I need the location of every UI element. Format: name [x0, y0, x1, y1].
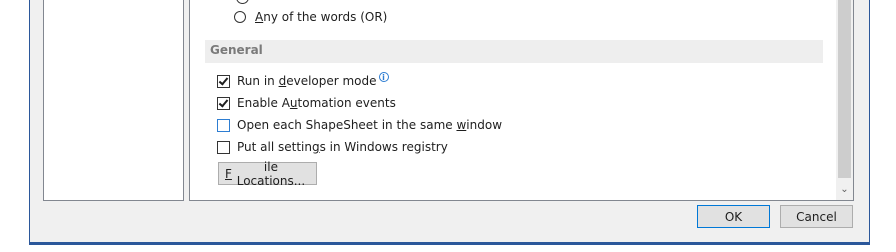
- category-list[interactable]: [43, 0, 184, 201]
- radio-button[interactable]: [234, 11, 246, 23]
- option-automation-events[interactable]: Enable Automation events: [217, 95, 396, 111]
- radio-any-words[interactable]: Any of the words (OR): [234, 9, 387, 25]
- scroll-down-arrow-icon[interactable]: ⌄: [836, 181, 853, 198]
- radio-any-words-label: Any of the words (OR): [255, 10, 388, 24]
- file-locations-button[interactable]: File Locations...: [218, 160, 317, 188]
- scrollbar-thumb[interactable]: [838, 0, 851, 178]
- checkbox-windows-registry[interactable]: [217, 140, 230, 154]
- option-windows-registry[interactable]: Put all settings in Windows registry: [217, 139, 448, 155]
- option-windows-registry-label: Put all settings in Windows registry: [237, 140, 448, 154]
- cancel-button[interactable]: Cancel: [780, 205, 853, 228]
- ok-button[interactable]: OK: [697, 205, 770, 228]
- section-title: General: [210, 43, 263, 57]
- option-automation-events-label: Enable Automation events: [237, 96, 396, 110]
- section-header-general: [205, 40, 823, 63]
- checkbox-developer-mode[interactable]: [217, 74, 230, 88]
- checkbox-shapesheet-window[interactable]: [217, 118, 230, 132]
- option-shapesheet-window-label: Open each ShapeSheet in the same window: [237, 118, 503, 132]
- checkbox-automation-events[interactable]: [217, 96, 230, 110]
- option-shapesheet-window[interactable]: Open each ShapeSheet in the same window: [217, 117, 502, 133]
- option-developer-mode[interactable]: Run in developer mode i: [217, 72, 389, 89]
- option-developer-mode-label: Run in developer mode: [237, 74, 377, 88]
- dialog-bottom-border: [29, 242, 870, 245]
- info-icon[interactable]: i: [378, 72, 389, 82]
